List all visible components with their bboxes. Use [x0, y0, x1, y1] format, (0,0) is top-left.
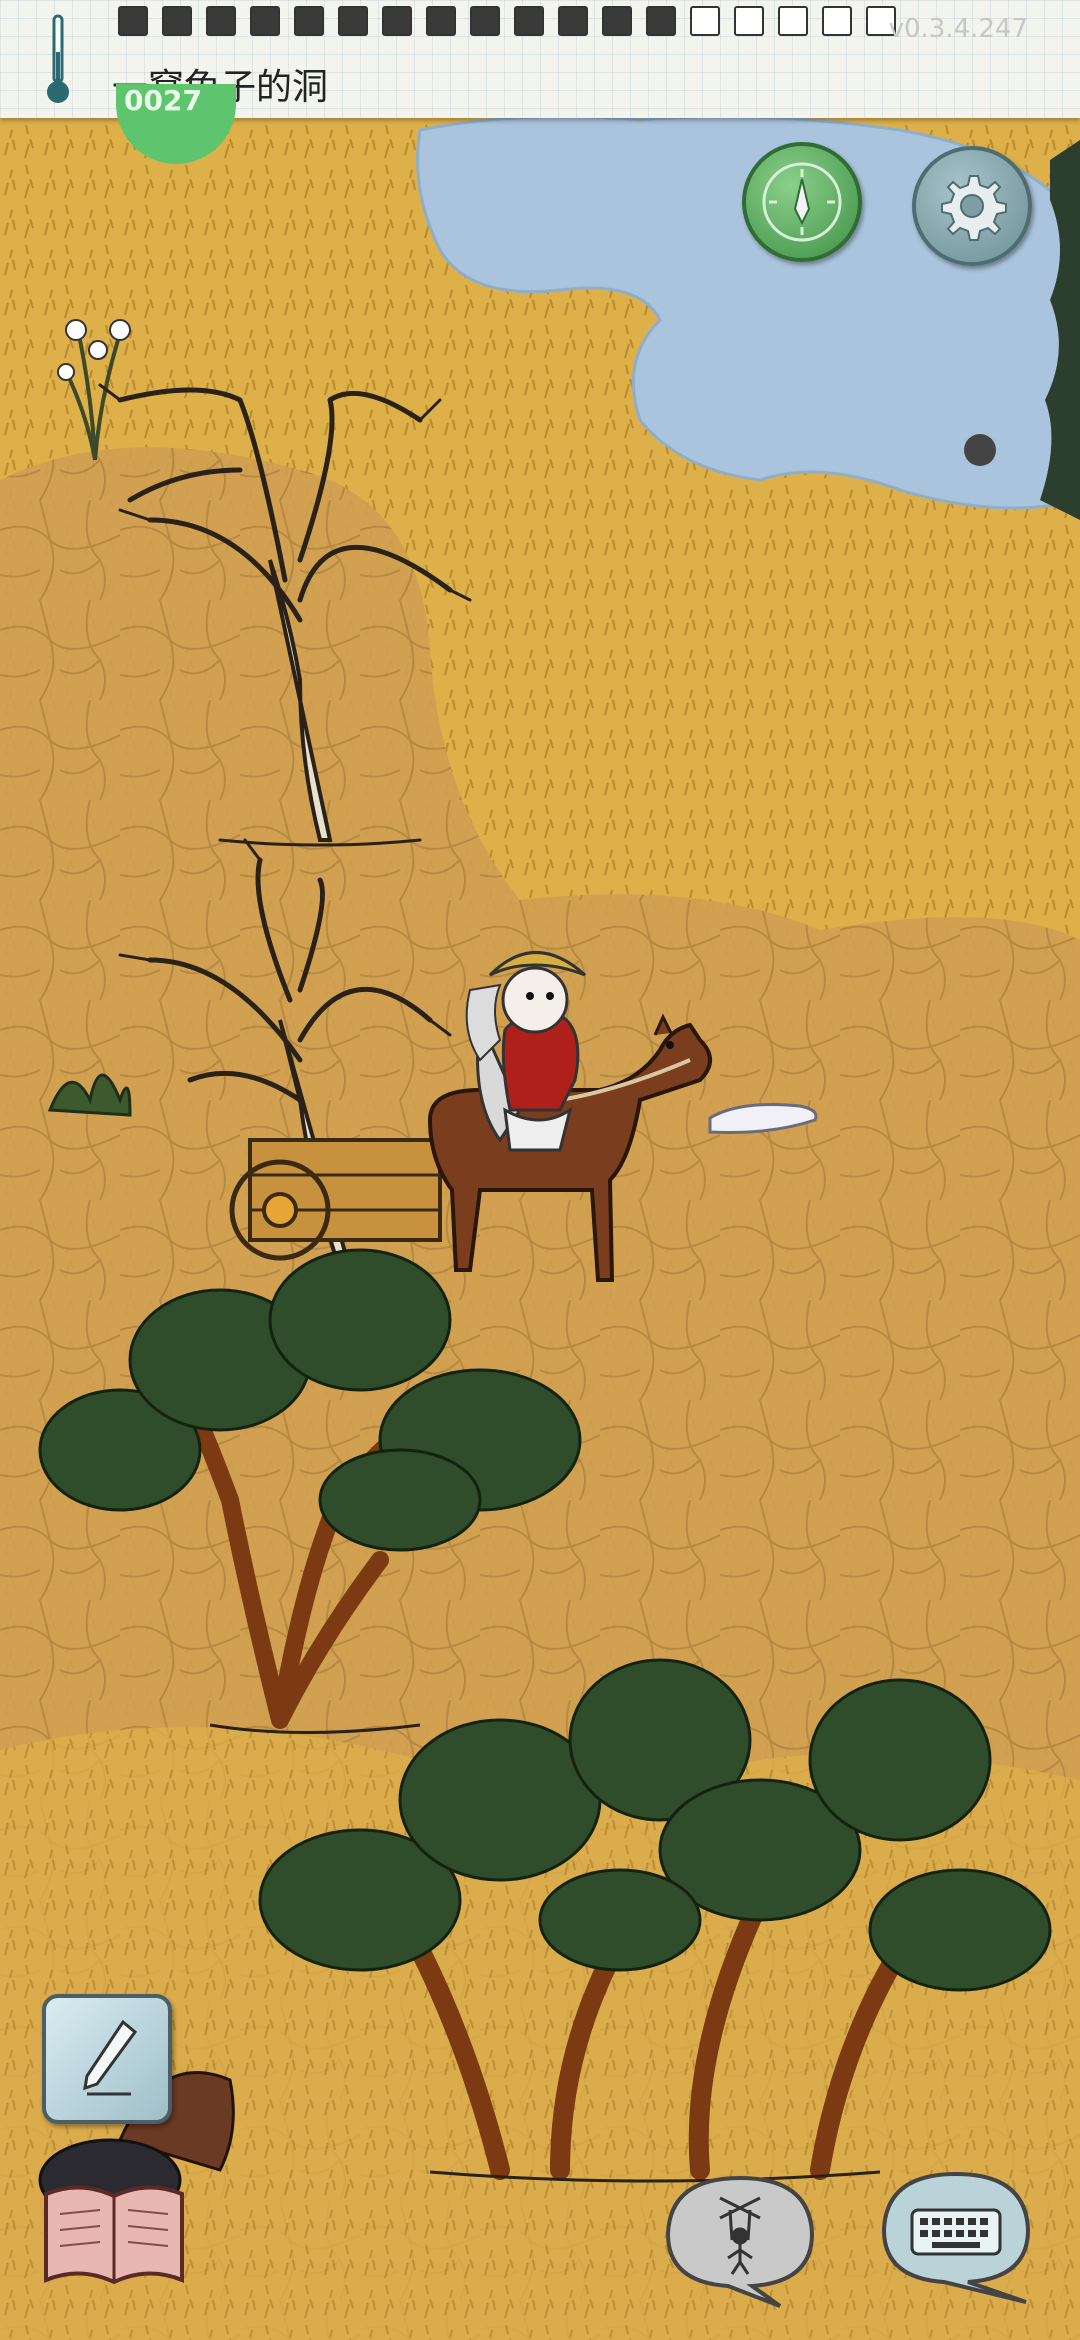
food-pip-full [118, 6, 148, 36]
round-stone[interactable] [964, 434, 996, 466]
temperature-badge-text: 0027 [124, 84, 202, 117]
compass-icon [762, 162, 842, 242]
food-pip-full [470, 6, 500, 36]
food-pip-full [250, 6, 280, 36]
food-pip-full [162, 6, 192, 36]
compass-button[interactable] [742, 142, 862, 262]
food-pip-full [602, 6, 632, 36]
food-pip-full [294, 6, 324, 36]
version-label: v0.3.4.247 [888, 14, 1028, 44]
food-pip-full [558, 6, 588, 36]
settings-button[interactable] [912, 146, 1032, 266]
game-world[interactable] [0, 0, 1080, 2340]
food-pip-empty [690, 6, 720, 36]
thermometer-icon[interactable] [40, 12, 76, 108]
food-pip-full [426, 6, 456, 36]
gear-icon [941, 175, 1007, 241]
keyboard-button[interactable] [876, 2166, 1036, 2306]
food-pip-full [646, 6, 676, 36]
keyboard-icon [910, 2208, 1002, 2256]
food-pip-empty [734, 6, 764, 36]
food-pip-full [338, 6, 368, 36]
puppet-button[interactable] [660, 2170, 820, 2310]
food-bar [118, 6, 896, 36]
pencil-icon [83, 2019, 138, 2096]
food-pip-empty [778, 6, 808, 36]
food-pip-empty [822, 6, 852, 36]
food-pip-full [514, 6, 544, 36]
write-button[interactable] [42, 1994, 172, 2124]
food-pip-full [206, 6, 236, 36]
food-pip-full [382, 6, 412, 36]
book-icon[interactable] [40, 2180, 188, 2290]
